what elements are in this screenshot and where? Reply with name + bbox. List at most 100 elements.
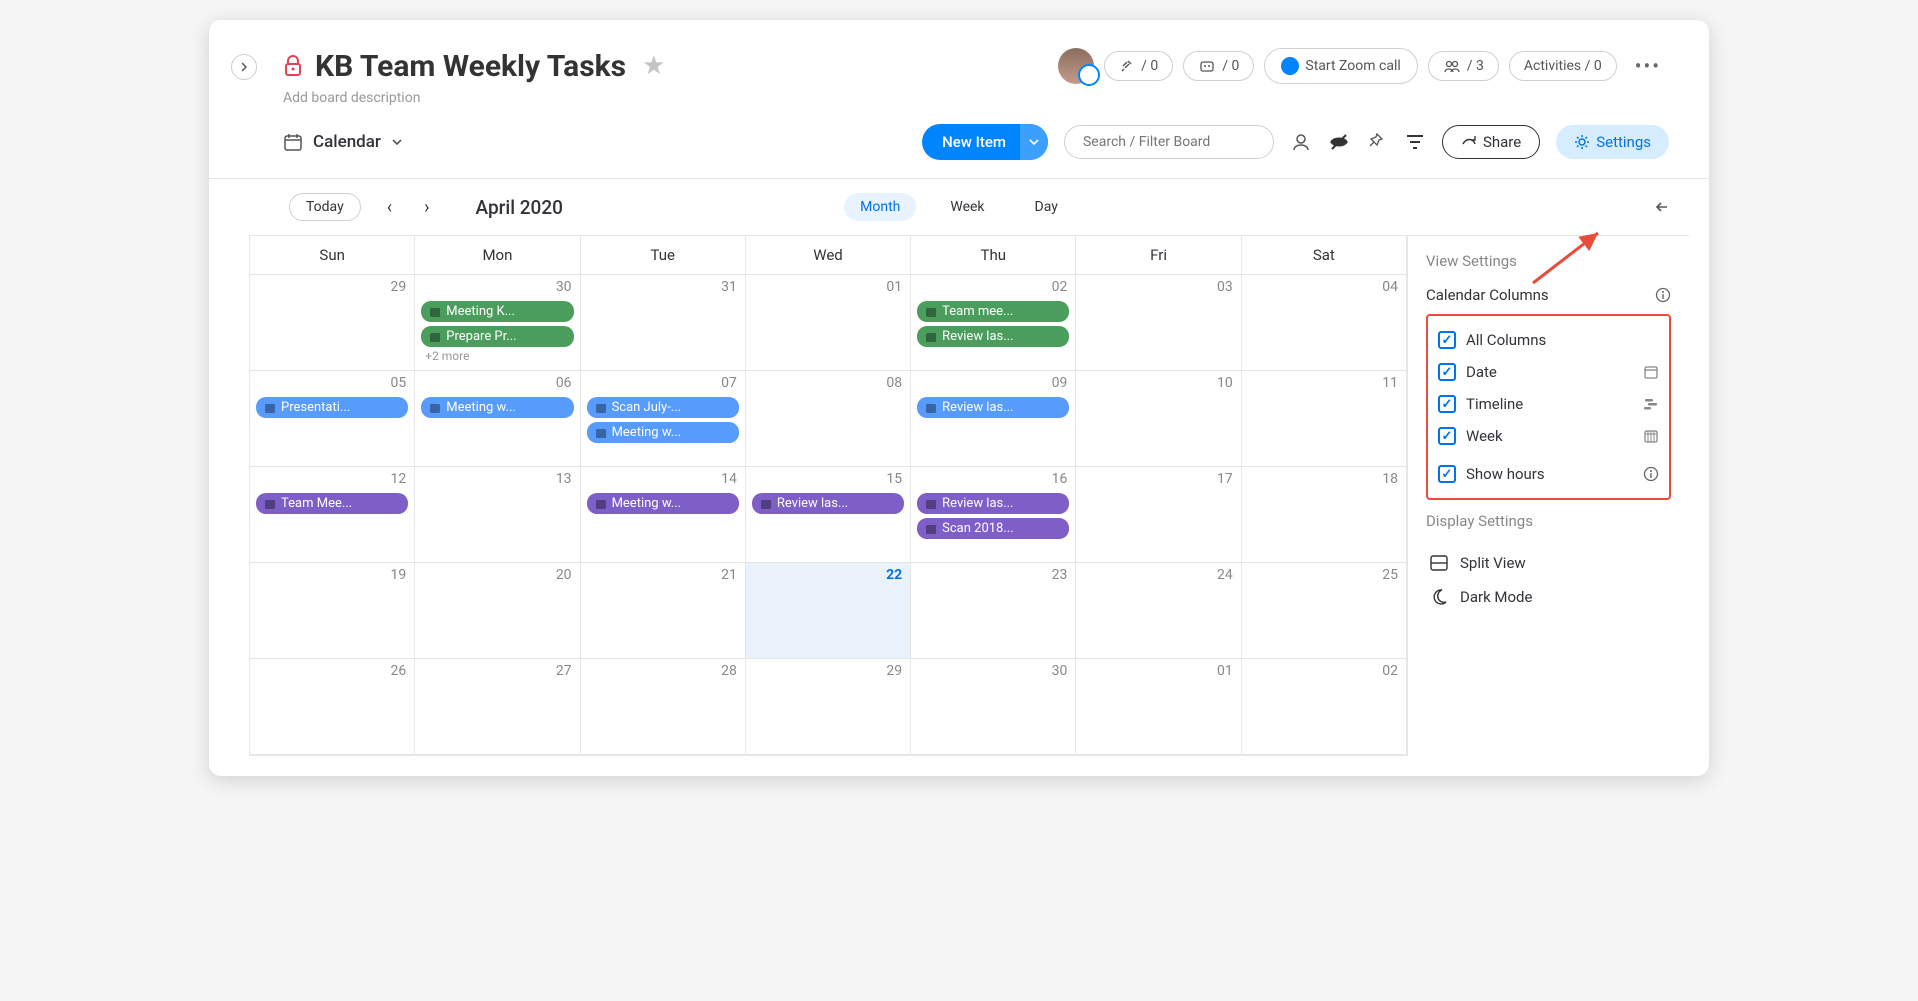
date-column-icon: [1643, 364, 1659, 380]
day-header: Mon: [415, 236, 580, 275]
calendar-cell[interactable]: 07Scan July-...Meeting w...: [581, 371, 746, 467]
calendar-cell[interactable]: 30Meeting K...Prepare Pr...+2 more: [415, 275, 580, 371]
calendar-event[interactable]: Review las...: [917, 397, 1069, 418]
calendar-event[interactable]: Meeting K...: [421, 301, 573, 322]
expand-sidebar-button[interactable]: [231, 54, 257, 80]
calendar-event[interactable]: Team Mee...: [256, 493, 408, 514]
calendar-event[interactable]: Review las...: [752, 493, 904, 514]
favorite-star-icon[interactable]: ★: [642, 51, 665, 81]
calendar-event[interactable]: Review las...: [917, 326, 1069, 347]
split-view-option[interactable]: Split View: [1426, 546, 1671, 580]
week-column-icon: [1643, 428, 1659, 444]
day-number: 05: [391, 375, 407, 391]
dark-mode-option[interactable]: Dark Mode: [1426, 580, 1671, 614]
board-owner-avatar[interactable]: [1058, 48, 1094, 84]
activities-button[interactable]: Activities / 0: [1509, 51, 1617, 81]
day-number: 16: [1052, 471, 1068, 487]
new-item-dropdown[interactable]: [1020, 124, 1048, 160]
calendar-cell[interactable]: 25: [1242, 563, 1407, 659]
calendar-cell[interactable]: 24: [1076, 563, 1241, 659]
next-month-button[interactable]: ›: [418, 197, 435, 218]
calendar-cell[interactable]: 28: [581, 659, 746, 755]
calendar-cell[interactable]: 13: [415, 467, 580, 563]
calendar-event[interactable]: Team mee...: [917, 301, 1069, 322]
calendar-event[interactable]: Scan July-...: [587, 397, 739, 418]
calendar-cell[interactable]: 14Meeting w...: [581, 467, 746, 563]
calendar-event[interactable]: Meeting w...: [421, 397, 573, 418]
calendar-event[interactable]: Review las...: [917, 493, 1069, 514]
info-icon[interactable]: [1655, 287, 1671, 303]
calendar-cell[interactable]: 12Team Mee...: [250, 467, 415, 563]
integrations-button[interactable]: / 0: [1104, 51, 1173, 81]
prev-month-button[interactable]: ‹: [381, 197, 398, 218]
checkbox-all-columns[interactable]: ✓ All Columns: [1438, 324, 1659, 356]
calendar-cell[interactable]: 05 Presentati...: [250, 371, 415, 467]
automations-button[interactable]: / 0: [1183, 51, 1254, 81]
person-filter-icon[interactable]: [1290, 131, 1312, 153]
event-icon: [595, 498, 607, 510]
gear-icon: [1574, 134, 1590, 150]
calendar-cell[interactable]: 08: [746, 371, 911, 467]
calendar-cell[interactable]: 19: [250, 563, 415, 659]
more-menu-button[interactable]: •••: [1627, 54, 1669, 78]
event-icon: [595, 402, 607, 414]
tab-day[interactable]: Day: [1019, 193, 1074, 221]
hide-icon[interactable]: [1328, 131, 1350, 153]
calendar-cell[interactable]: 04: [1242, 275, 1407, 371]
calendar-cell[interactable]: 11: [1242, 371, 1407, 467]
calendar-cell[interactable]: 30: [911, 659, 1076, 755]
calendar-cell[interactable]: 16 Review las... Scan 2018...: [911, 467, 1076, 563]
calendar-cell[interactable]: 23: [911, 563, 1076, 659]
zoom-call-button[interactable]: Start Zoom call: [1264, 48, 1417, 84]
pin-icon[interactable]: [1366, 131, 1388, 153]
tab-week[interactable]: Week: [934, 193, 1000, 221]
calendar-cell[interactable]: 17: [1076, 467, 1241, 563]
calendar-cell[interactable]: 29: [746, 659, 911, 755]
calendar-cell[interactable]: 06Meeting w...: [415, 371, 580, 467]
calendar-cell[interactable]: 29: [250, 275, 415, 371]
calendar-cell[interactable]: 10: [1076, 371, 1241, 467]
checkbox-show-hours[interactable]: ✓ Show hours: [1438, 458, 1659, 490]
board-description[interactable]: Add board description: [283, 90, 1669, 106]
filter-icon[interactable]: [1404, 131, 1426, 153]
calendar-event[interactable]: Scan 2018...: [917, 518, 1069, 539]
calendar-cell[interactable]: 03: [1076, 275, 1241, 371]
share-button[interactable]: Share: [1442, 125, 1540, 159]
checkbox-week[interactable]: ✓ Week: [1438, 420, 1659, 452]
event-icon: [429, 331, 441, 343]
calendar-cell[interactable]: 22: [746, 563, 911, 659]
calendar-event[interactable]: Meeting w...: [587, 422, 739, 443]
checkbox-icon: ✓: [1438, 427, 1456, 445]
settings-button[interactable]: Settings: [1556, 125, 1669, 159]
collapse-panel-icon[interactable]: [1649, 199, 1669, 215]
event-icon: [595, 427, 607, 439]
calendar-cell[interactable]: 31: [581, 275, 746, 371]
calendar-cell[interactable]: 01: [1076, 659, 1241, 755]
calendar-cell[interactable]: 02: [1242, 659, 1407, 755]
calendar-cell[interactable]: 01: [746, 275, 911, 371]
calendar-event[interactable]: Meeting w...: [587, 493, 739, 514]
board-members-button[interactable]: / 3: [1428, 51, 1499, 81]
event-icon: [264, 402, 276, 414]
calendar-cell[interactable]: 15Review las...: [746, 467, 911, 563]
calendar-cell[interactable]: 26: [250, 659, 415, 755]
calendar-cell[interactable]: 02Team mee...Review las...: [911, 275, 1076, 371]
more-events-link[interactable]: +2 more: [425, 349, 573, 363]
calendar-event[interactable]: Prepare Pr...: [421, 326, 573, 347]
calendar-cell[interactable]: 20: [415, 563, 580, 659]
checkbox-timeline[interactable]: ✓ Timeline: [1438, 388, 1659, 420]
calendar-cell[interactable]: 18: [1242, 467, 1407, 563]
today-button[interactable]: Today: [289, 193, 361, 221]
calendar-cell[interactable]: 27: [415, 659, 580, 755]
info-icon[interactable]: [1643, 466, 1659, 482]
view-selector[interactable]: Calendar: [283, 132, 403, 152]
calendar-event[interactable]: Presentati...: [256, 397, 408, 418]
chevron-down-icon: [391, 138, 403, 146]
checkbox-date[interactable]: ✓ Date: [1438, 356, 1659, 388]
day-number: 28: [721, 663, 737, 679]
calendar-cell[interactable]: 21: [581, 563, 746, 659]
new-item-button[interactable]: New Item: [922, 124, 1048, 160]
calendar-cell[interactable]: 09Review las...: [911, 371, 1076, 467]
search-input[interactable]: [1064, 125, 1274, 159]
tab-month[interactable]: Month: [844, 193, 916, 221]
